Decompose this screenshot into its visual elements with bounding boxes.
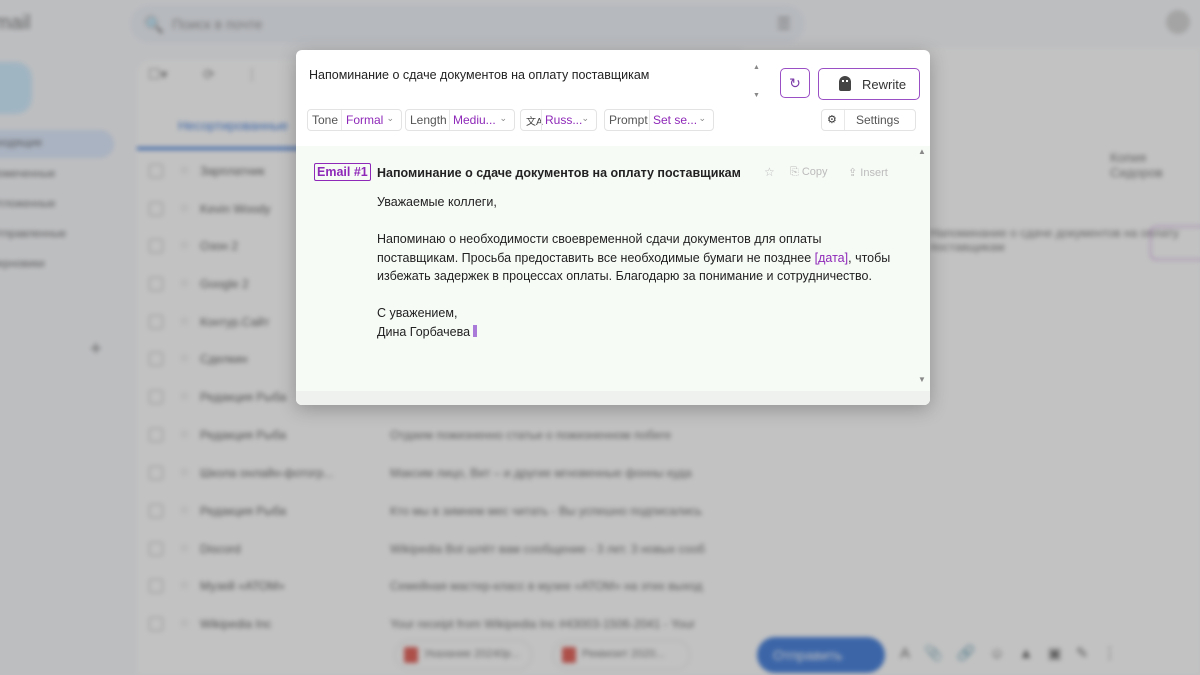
subject-scrollbar[interactable]: ▲ ▼ — [751, 64, 765, 104]
length-label: Length — [410, 113, 447, 127]
copy-icon: ⎘ — [790, 166, 802, 178]
greeting: Уважаемые коллеги, — [377, 195, 497, 209]
scroll-down-icon[interactable]: ▼ — [918, 375, 926, 384]
dialog-footer — [296, 391, 930, 405]
result-panel: Email #1 Напоминание о сдаче документов … — [296, 146, 930, 405]
result-scrollbar[interactable]: ▲ ▼ — [913, 146, 930, 391]
scroll-up-icon[interactable]: ▲ — [753, 64, 760, 71]
insert-label: Insert — [860, 167, 888, 179]
length-select[interactable]: Length Mediu... ⌄ — [405, 109, 515, 131]
upload-icon: ⇪ — [848, 167, 861, 179]
signature-line: Дина Горбачева — [377, 323, 897, 342]
insert-button[interactable]: ⇪ Insert — [848, 166, 888, 179]
scroll-up-icon[interactable]: ▲ — [918, 147, 926, 156]
closing: С уважением, — [377, 306, 458, 320]
copy-label: Copy — [801, 166, 828, 178]
prompt-select[interactable]: Prompt Set se... ⌄ — [604, 109, 714, 131]
signature: Дина Горбачева — [377, 324, 471, 339]
rewrite-button[interactable]: Rewrite — [818, 68, 920, 100]
ghost-icon — [839, 76, 851, 91]
prompt-value: Set se... — [653, 113, 698, 127]
email-tag: Email #1 — [314, 163, 371, 181]
language-select[interactable]: 文A Russ... ⌄ — [520, 109, 597, 131]
chevron-down-icon: ⌄ — [499, 113, 507, 123]
rewrite-label: Rewrite — [862, 77, 907, 92]
chevron-down-icon: ⌄ — [698, 113, 706, 123]
paragraph: Напоминаю о необходимости своевременной … — [377, 230, 897, 286]
email-body[interactable]: Уважаемые коллеги, Напоминаю о необходим… — [377, 193, 897, 341]
language-value: Russ... — [545, 113, 583, 127]
email-title: Напоминание о сдаче документов на оплату… — [377, 166, 741, 180]
text-cursor — [473, 324, 478, 337]
chevron-down-icon: ⌄ — [581, 113, 589, 123]
copy-button[interactable]: ⎘ Copy — [790, 166, 828, 179]
rewrite-dialog: Напоминание о сдаче документов на оплату… — [296, 50, 930, 405]
prompt-label: Prompt — [609, 113, 648, 127]
subject-input[interactable]: Напоминание о сдаче документов на оплату… — [296, 50, 766, 106]
star-icon[interactable]: ☆ — [764, 165, 775, 179]
regenerate-button[interactable]: ↻ — [780, 68, 810, 98]
length-value: Mediu... — [453, 113, 496, 127]
paragraph-text-1: Напоминаю о необходимости своевременной … — [377, 232, 822, 265]
settings-button[interactable]: ⚙ Settings — [821, 109, 916, 131]
settings-label: Settings — [856, 113, 900, 127]
tone-select[interactable]: Tone Formal ⌄ — [307, 109, 402, 131]
subject-text: Напоминание о сдаче документов на оплату… — [309, 68, 650, 82]
scroll-down-icon[interactable]: ▼ — [753, 92, 760, 99]
tone-label: Tone — [312, 113, 339, 127]
chevron-down-icon: ⌄ — [386, 113, 394, 123]
date-placeholder[interactable]: [дата] — [815, 251, 848, 265]
refresh-icon: ↻ — [789, 75, 801, 91]
gear-icon: ⚙ — [827, 114, 837, 126]
tone-value: Formal — [346, 113, 384, 127]
